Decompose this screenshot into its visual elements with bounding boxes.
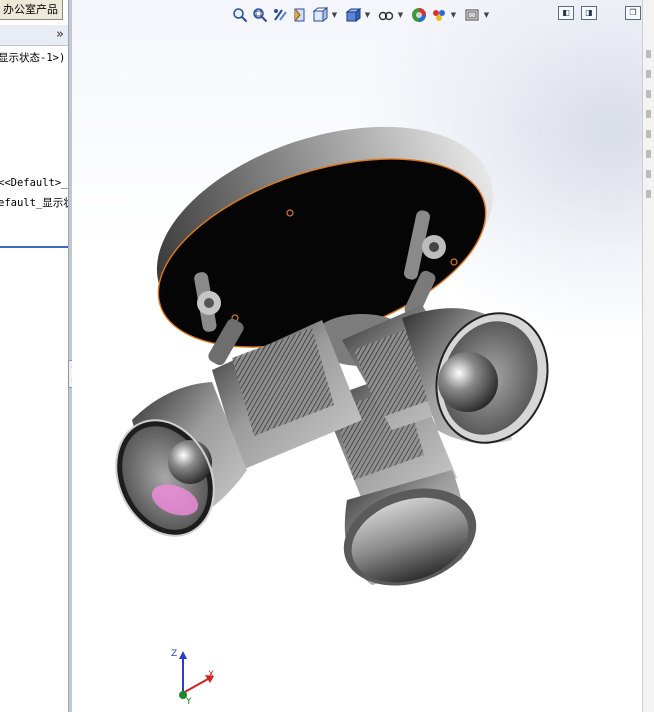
- hide-show-dropdown-icon[interactable]: ▼: [397, 11, 404, 19]
- section-view-icon[interactable]: [291, 6, 309, 24]
- view-orientation-dropdown-icon[interactable]: ▼: [331, 11, 338, 19]
- coordinate-triad: Z X Y: [171, 649, 214, 705]
- tree-item-default-config[interactable]: <<Default>_: [0, 177, 68, 189]
- graphics-area[interactable]: Z X Y: [72, 0, 642, 712]
- triad-x-axis: [182, 678, 209, 694]
- hide-show-items-icon[interactable]: [377, 6, 395, 24]
- apply-scene-icon[interactable]: [430, 6, 448, 24]
- triad-y-label: Y: [185, 697, 192, 705]
- vertical-scrollbar[interactable]: [642, 0, 654, 712]
- spotlight-left[interactable]: [98, 320, 362, 552]
- feature-tree-header: »: [0, 25, 68, 46]
- expand-chevron-icon[interactable]: »: [56, 26, 64, 44]
- triad-z-label: Z: [171, 649, 177, 659]
- model-lamp-fixture[interactable]: [72, 0, 642, 712]
- view-settings-dropdown-icon[interactable]: ▼: [483, 11, 490, 19]
- view-orientation-icon[interactable]: [311, 6, 329, 24]
- triad-x-label: X: [208, 670, 214, 680]
- feature-manager-panel: 办公室产品 » 显示状态-1>) <<Default>_ efault_显示状: [0, 0, 69, 712]
- zoom-to-fit-icon[interactable]: [231, 6, 249, 24]
- previous-view-icon[interactable]: [271, 6, 289, 24]
- display-style-dropdown-icon[interactable]: ▼: [364, 11, 371, 19]
- document-tab[interactable]: 办公室产品: [0, 0, 63, 20]
- restore-icon[interactable]: ❐: [625, 6, 641, 20]
- tree-item-display-state[interactable]: 显示状态-1>): [0, 50, 65, 65]
- zoom-to-area-icon[interactable]: [251, 6, 269, 24]
- panel-divider: [0, 246, 68, 248]
- tree-item-default-display[interactable]: efault_显示状: [0, 195, 68, 210]
- heads-up-view-toolbar: ▼ ▼ ▼ ▼ ▼: [231, 5, 494, 25]
- view-settings-icon[interactable]: [463, 6, 481, 24]
- tile-right-icon[interactable]: ◨: [581, 6, 597, 20]
- document-tab-label: 办公室产品: [3, 3, 58, 16]
- display-style-icon[interactable]: [344, 6, 362, 24]
- apply-scene-dropdown-icon[interactable]: ▼: [450, 11, 457, 19]
- tile-left-icon[interactable]: ◧: [558, 6, 574, 20]
- edit-appearance-icon[interactable]: [410, 6, 428, 24]
